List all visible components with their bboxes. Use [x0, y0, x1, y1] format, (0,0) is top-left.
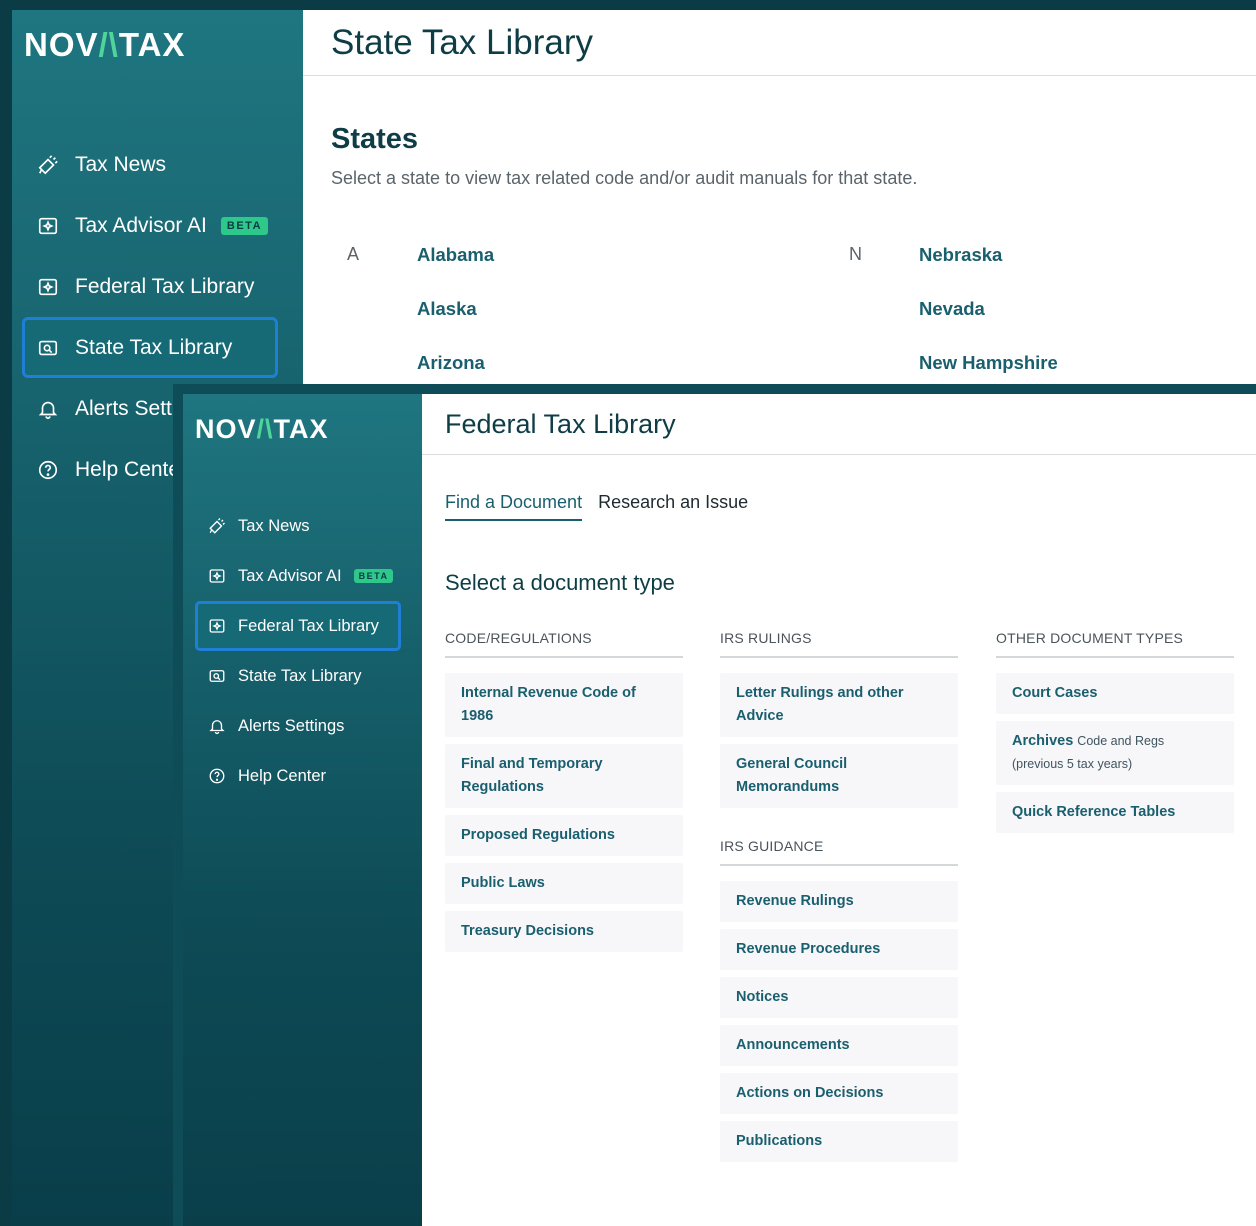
- nav-label: Tax News: [238, 516, 310, 535]
- section-description: Select a state to view tax related code …: [331, 168, 918, 188]
- sidebar-nav: Tax News Tax Advisor AI BETA Federal Tax…: [195, 501, 401, 801]
- library-icon: [208, 617, 226, 635]
- state-library-main: State Tax Library States Select a state …: [303, 10, 1256, 384]
- doc-type-quick-reference-tables[interactable]: Quick Reference Tables: [996, 792, 1234, 833]
- folder-search-icon: [208, 667, 226, 685]
- folder-search-icon: [37, 337, 59, 359]
- doc-type-revenue-procedures[interactable]: Revenue Procedures: [720, 929, 958, 970]
- tab-research-an-issue[interactable]: Research an Issue: [598, 492, 748, 521]
- doc-type-archives[interactable]: Archives Code and Regs (previous 5 tax y…: [996, 721, 1234, 785]
- archives-label: Archives: [1012, 733, 1074, 749]
- column-other-document-types: OTHER DOCUMENT TYPES Court Cases Archive…: [996, 630, 1234, 833]
- nav-label: State Tax Library: [238, 666, 362, 685]
- nav-label: Tax Advisor AI: [75, 213, 207, 237]
- nav-item-tax-news[interactable]: Tax News: [22, 134, 278, 195]
- logo-accent: /\: [98, 26, 119, 63]
- nav-label: Tax Advisor AI: [238, 566, 342, 585]
- federal-library-window: NOV/\ TAX Tax News Tax Advisor AI BETA Fe…: [173, 384, 1256, 1226]
- nav-label: Tax News: [75, 152, 167, 176]
- megaphone-icon: [37, 154, 59, 176]
- nav-label: Federal Tax Library: [75, 274, 255, 298]
- nav-label: Alerts Settings: [238, 716, 345, 735]
- page-title: Federal Tax Library: [445, 408, 676, 439]
- doc-type-public-laws[interactable]: Public Laws: [445, 863, 683, 904]
- archives-label-rest: Code and Regs: [1077, 734, 1165, 748]
- page-header: State Tax Library: [303, 10, 1256, 76]
- state-link-new-hampshire[interactable]: New Hampshire: [919, 352, 1058, 374]
- state-link-alaska[interactable]: Alaska: [417, 298, 477, 320]
- nav-item-federal-tax-library[interactable]: Federal Tax Library: [195, 601, 401, 651]
- novatax-logo[interactable]: NOV/\ TAX: [195, 414, 329, 445]
- doc-type-publications[interactable]: Publications: [720, 1121, 958, 1162]
- logo-text-left: NOV: [195, 414, 257, 444]
- nav-item-federal-tax-library[interactable]: Federal Tax Library: [22, 256, 278, 317]
- document-type-heading: Select a document type: [445, 570, 675, 595]
- help-circle-icon: [37, 459, 59, 481]
- doc-type-announcements[interactable]: Announcements: [720, 1025, 958, 1066]
- doc-type-court-cases[interactable]: Court Cases: [996, 673, 1234, 714]
- doc-type-general-council-memorandums[interactable]: General Council Memorandums: [720, 744, 958, 808]
- nav-item-state-tax-library[interactable]: State Tax Library: [195, 651, 401, 701]
- column-heading-irs-rulings: IRS RULINGS: [720, 630, 958, 658]
- state-link-alabama[interactable]: Alabama: [417, 244, 494, 266]
- library-icon: [37, 276, 59, 298]
- nav-item-tax-advisor-ai[interactable]: Tax Advisor AI BETA: [22, 195, 278, 256]
- megaphone-icon: [208, 517, 226, 535]
- beta-badge: BETA: [220, 216, 269, 235]
- nav-item-tax-advisor-ai[interactable]: Tax Advisor AI BETA: [195, 551, 401, 601]
- bell-icon: [37, 398, 59, 420]
- nav-item-alerts-settings[interactable]: Alerts Settings: [195, 701, 401, 751]
- novatax-logo[interactable]: NOV/\ TAX: [24, 26, 185, 64]
- federal-library-main: Federal Tax Library Find a Document Rese…: [422, 394, 1256, 1226]
- sidebar: NOV/\ TAX Tax News Tax Advisor AI BETA Fe…: [183, 394, 422, 1226]
- column-irs: IRS RULINGS Letter Rulings and other Adv…: [720, 630, 958, 1162]
- state-link-arizona[interactable]: Arizona: [417, 352, 485, 374]
- ai-sparkle-icon: [37, 215, 59, 237]
- section-title: States: [331, 123, 419, 155]
- column-heading-irs-guidance: IRS GUIDANCE: [720, 838, 958, 866]
- doc-type-notices[interactable]: Notices: [720, 977, 958, 1018]
- doc-type-internal-revenue-code[interactable]: Internal Revenue Code of 1986: [445, 673, 683, 737]
- doc-type-revenue-rulings[interactable]: Revenue Rulings: [720, 881, 958, 922]
- nav-item-tax-news[interactable]: Tax News: [195, 501, 401, 551]
- beta-badge: BETA: [353, 569, 394, 583]
- doc-type-treasury-decisions[interactable]: Treasury Decisions: [445, 911, 683, 952]
- nav-label: Federal Tax Library: [238, 616, 379, 635]
- ai-sparkle-icon: [208, 567, 226, 585]
- archives-sublabel: (previous 5 tax years): [1012, 757, 1133, 771]
- nav-label: Alerts Setti: [75, 396, 177, 420]
- bell-icon: [208, 717, 226, 735]
- state-link-nevada[interactable]: Nevada: [919, 298, 985, 320]
- nav-label: Help Cente: [75, 457, 181, 481]
- logo-text-right: TAX: [118, 26, 186, 63]
- help-circle-icon: [208, 767, 226, 785]
- doc-type-proposed-regulations[interactable]: Proposed Regulations: [445, 815, 683, 856]
- doc-type-letter-rulings[interactable]: Letter Rulings and other Advice: [720, 673, 958, 737]
- nav-label: Help Center: [238, 766, 327, 785]
- logo-accent: /\: [256, 414, 274, 444]
- doc-type-final-temporary-regulations[interactable]: Final and Temporary Regulations: [445, 744, 683, 808]
- doc-type-actions-on-decisions[interactable]: Actions on Decisions: [720, 1073, 958, 1114]
- letter-heading-a: A: [347, 244, 360, 264]
- logo-text-right: TAX: [273, 414, 329, 444]
- tab-find-a-document[interactable]: Find a Document: [445, 492, 583, 521]
- column-code-regulations: CODE/REGULATIONS Internal Revenue Code o…: [445, 630, 683, 952]
- nav-item-state-tax-library[interactable]: State Tax Library: [22, 317, 278, 378]
- nav-label: State Tax Library: [75, 335, 233, 359]
- page-header: Federal Tax Library: [422, 394, 1256, 455]
- letter-heading-n: N: [849, 244, 862, 264]
- logo-text-left: NOV: [24, 26, 99, 63]
- column-heading: CODE/REGULATIONS: [445, 630, 683, 658]
- page-title: State Tax Library: [331, 22, 593, 62]
- tab-bar: Find a Document Research an Issue: [445, 492, 748, 521]
- column-heading: OTHER DOCUMENT TYPES: [996, 630, 1234, 658]
- nav-item-help-center[interactable]: Help Center: [195, 751, 401, 801]
- state-link-nebraska[interactable]: Nebraska: [919, 244, 1002, 266]
